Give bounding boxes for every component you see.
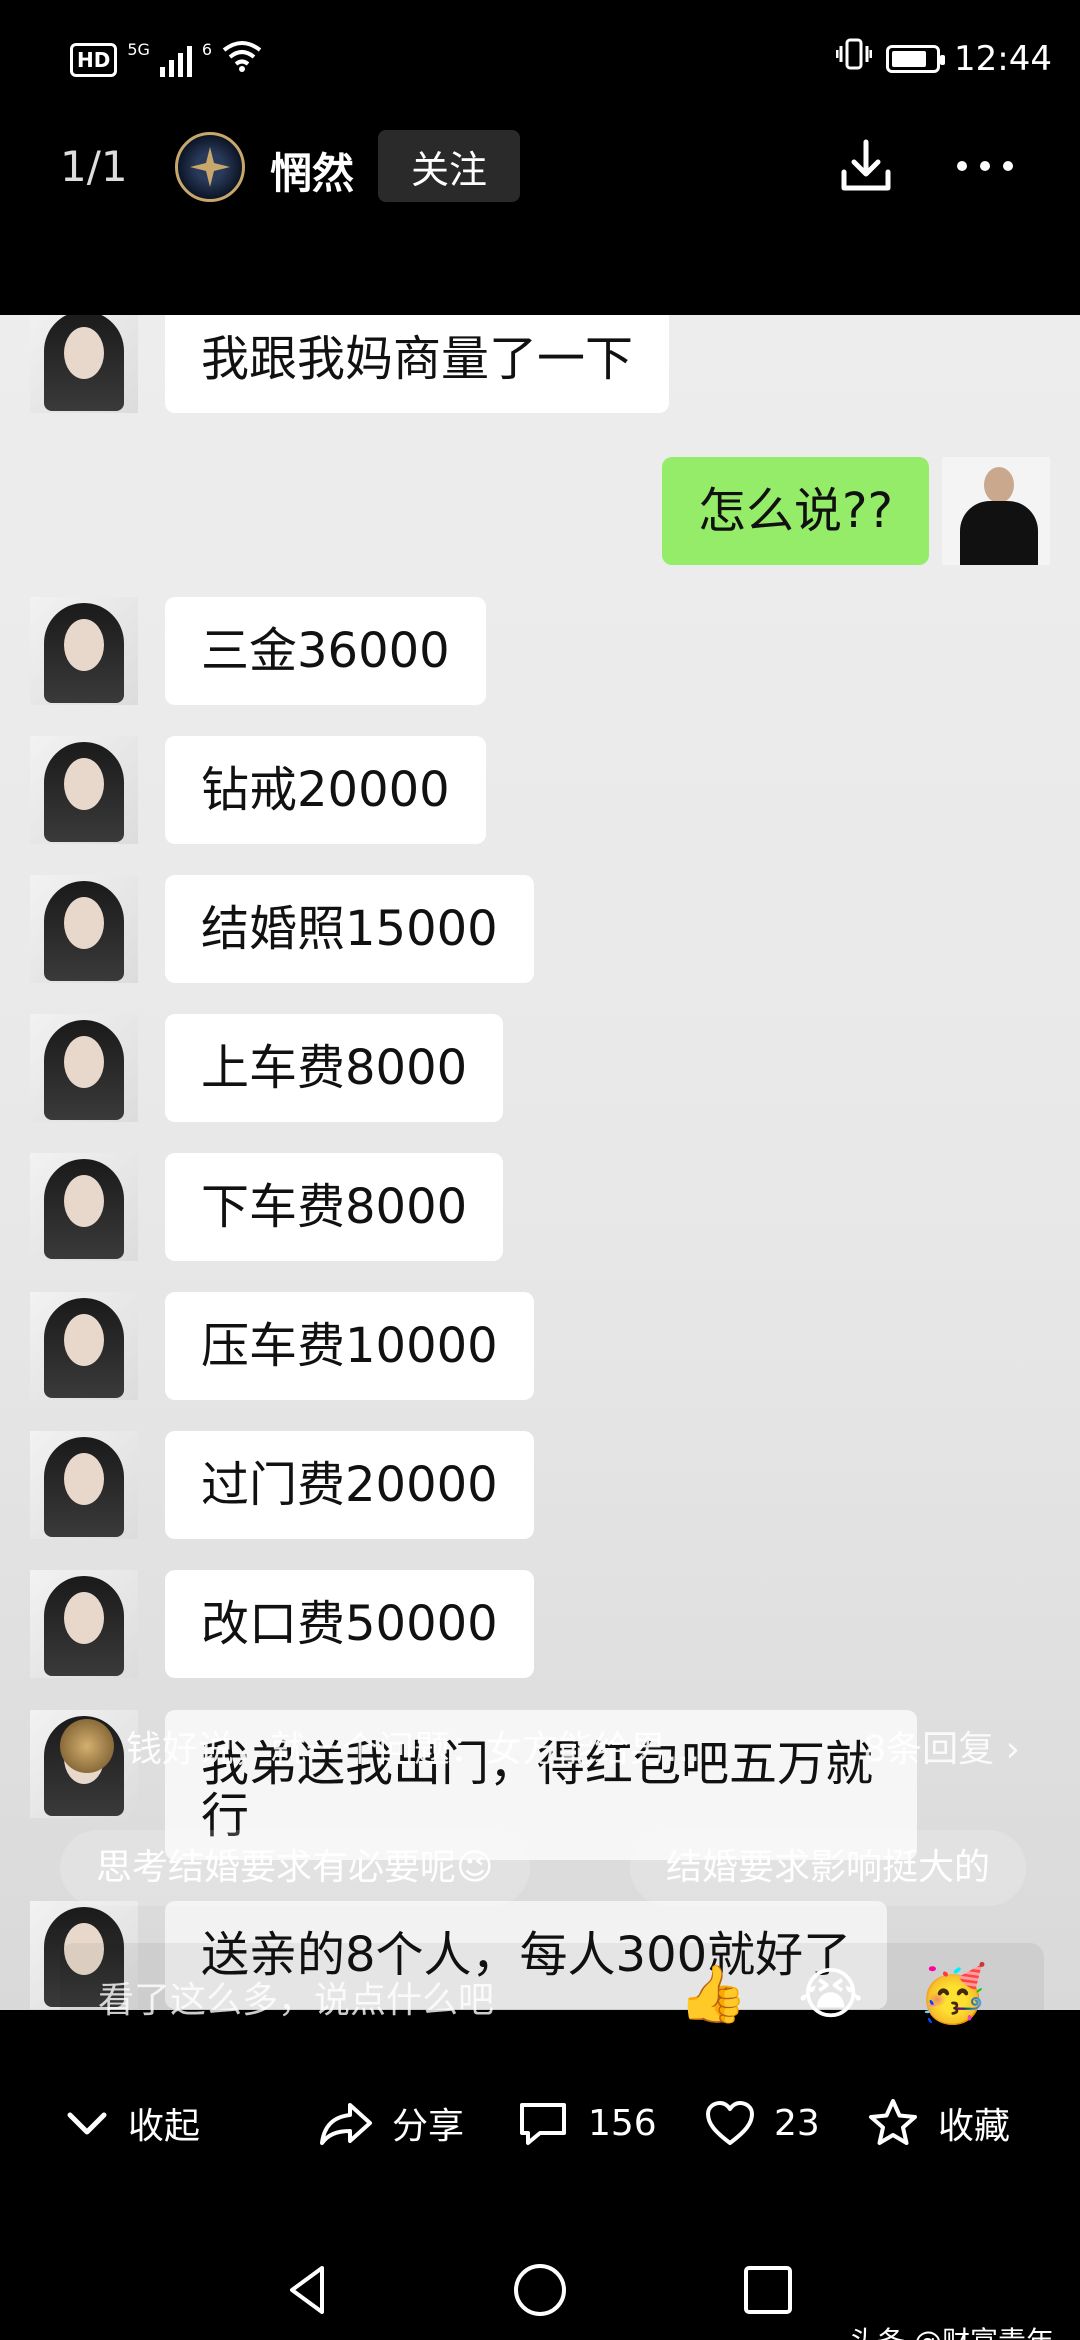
chevron-down-icon	[67, 2112, 107, 2135]
comment-count: 156	[588, 2102, 657, 2144]
network-label-2: 6	[201, 40, 213, 59]
heart-icon	[706, 2101, 754, 2145]
comment-suggestions: 思考结婚要求有必要呢😉 结婚要求影响挺大的	[60, 1830, 1050, 1906]
signal-icon	[159, 43, 192, 77]
chat-bubble: 我跟我妈商量了一下	[165, 315, 670, 413]
chat-message: 三金36000	[0, 597, 1080, 707]
page-counter: 1/1	[60, 142, 128, 191]
hd-badge: HD	[70, 42, 118, 77]
back-icon[interactable]	[278, 2260, 338, 2320]
vibrate-icon	[835, 38, 873, 79]
chat-bubble: 过门费20000	[165, 1431, 534, 1539]
female-avatar	[30, 1014, 138, 1122]
chat-message: 上车费8000	[0, 1014, 1080, 1124]
share-icon	[320, 2103, 372, 2145]
like-button[interactable]: 23	[704, 2098, 820, 2148]
download-icon[interactable]	[836, 136, 896, 196]
chat-message: 结婚照15000	[0, 875, 1080, 985]
battery-icon	[886, 44, 946, 73]
suggestion-chip[interactable]: 思考结婚要求有必要呢😉	[60, 1830, 530, 1906]
chat-bubble: 压车费10000	[165, 1292, 534, 1400]
top-comment-preview[interactable]: 钱好说，就一个问题：女方能给男... 8条回复 ›	[60, 1716, 1020, 1776]
comment-placeholder: 看了这么多，说点什么吧	[98, 1980, 495, 2021]
favorite-button[interactable]: 收藏	[866, 2098, 1010, 2148]
favorite-label: 收藏	[938, 2106, 1011, 2147]
action-bar: 收起 分享 156 23 收藏	[0, 2070, 1080, 2170]
chat-bubble: 结婚照15000	[165, 875, 534, 983]
chat-message: 压车费10000	[0, 1292, 1080, 1402]
chat-message: 过门费20000	[0, 1431, 1080, 1541]
chat-bubble: 钻戒20000	[165, 736, 486, 844]
female-avatar	[30, 315, 138, 413]
female-avatar	[30, 597, 138, 705]
female-avatar	[30, 1431, 138, 1539]
author-name[interactable]: 惘然	[270, 140, 354, 201]
comment-input[interactable]: 看了这么多，说点什么吧 👍 😭 🥳	[60, 1943, 1044, 2047]
chevron-right-icon: ›	[1005, 1729, 1020, 1770]
female-avatar	[30, 1292, 138, 1400]
crying-emoji-icon[interactable]: 😭	[798, 1963, 863, 2027]
comment-icon	[520, 2103, 566, 2145]
male-avatar	[942, 457, 1050, 565]
female-avatar	[30, 1153, 138, 1261]
follow-button[interactable]: 关注	[378, 130, 520, 202]
chat-message: 下车费8000	[0, 1153, 1080, 1263]
top-comment-text: 钱好说，就一个问题：女方能给男...	[126, 1729, 701, 1770]
chat-bubble: 下车费8000	[165, 1153, 504, 1261]
chat-message: 我跟我妈商量了一下	[0, 315, 1080, 415]
chat-message: 怎么说??	[0, 457, 1080, 567]
suggestion-chip[interactable]: 结婚要求影响挺大的	[630, 1830, 1027, 1906]
chat-bubble-sent: 怎么说??	[662, 457, 929, 565]
author-avatar[interactable]	[175, 132, 245, 202]
female-avatar	[30, 736, 138, 844]
thumbs-up-emoji-icon[interactable]: 👍	[678, 1963, 748, 2027]
chat-message: 改口费50000	[0, 1570, 1080, 1680]
chat-bubble: 上车费8000	[165, 1014, 504, 1122]
status-left: HD 5G 6	[70, 40, 262, 79]
more-options-icon[interactable]	[950, 136, 1020, 196]
chat-bubble: 三金36000	[165, 597, 486, 705]
chat-bubble: 改口费50000	[165, 1570, 534, 1678]
replies-link[interactable]: 8条回复 ›	[863, 1720, 1020, 1772]
collapse-label: 收起	[128, 2106, 201, 2147]
chat-message: 钻戒20000	[0, 736, 1080, 846]
status-right: 12:44	[835, 38, 1052, 79]
status-bar: HD 5G 6 12:44	[0, 0, 1080, 120]
female-avatar	[30, 875, 138, 983]
share-label: 分享	[392, 2106, 465, 2147]
network-label: 5G	[127, 40, 150, 59]
collapse-button[interactable]: 收起	[64, 2098, 200, 2148]
party-emoji-icon[interactable]: 🥳	[918, 1963, 988, 2027]
post-header: 1/1 惘然 关注	[0, 120, 1080, 220]
star-icon	[869, 2099, 917, 2145]
like-count: 23	[774, 2102, 820, 2144]
watermark: 头条 @财富青年	[849, 2320, 1054, 2340]
female-avatar	[30, 1570, 138, 1678]
share-button[interactable]: 分享	[318, 2098, 464, 2148]
comments-button[interactable]: 156	[516, 2098, 657, 2148]
clock: 12:44	[954, 38, 1052, 79]
recents-icon[interactable]	[738, 2260, 798, 2320]
home-icon[interactable]	[510, 2260, 570, 2320]
commenter-avatar	[60, 1719, 114, 1773]
wifi-icon	[222, 40, 262, 79]
